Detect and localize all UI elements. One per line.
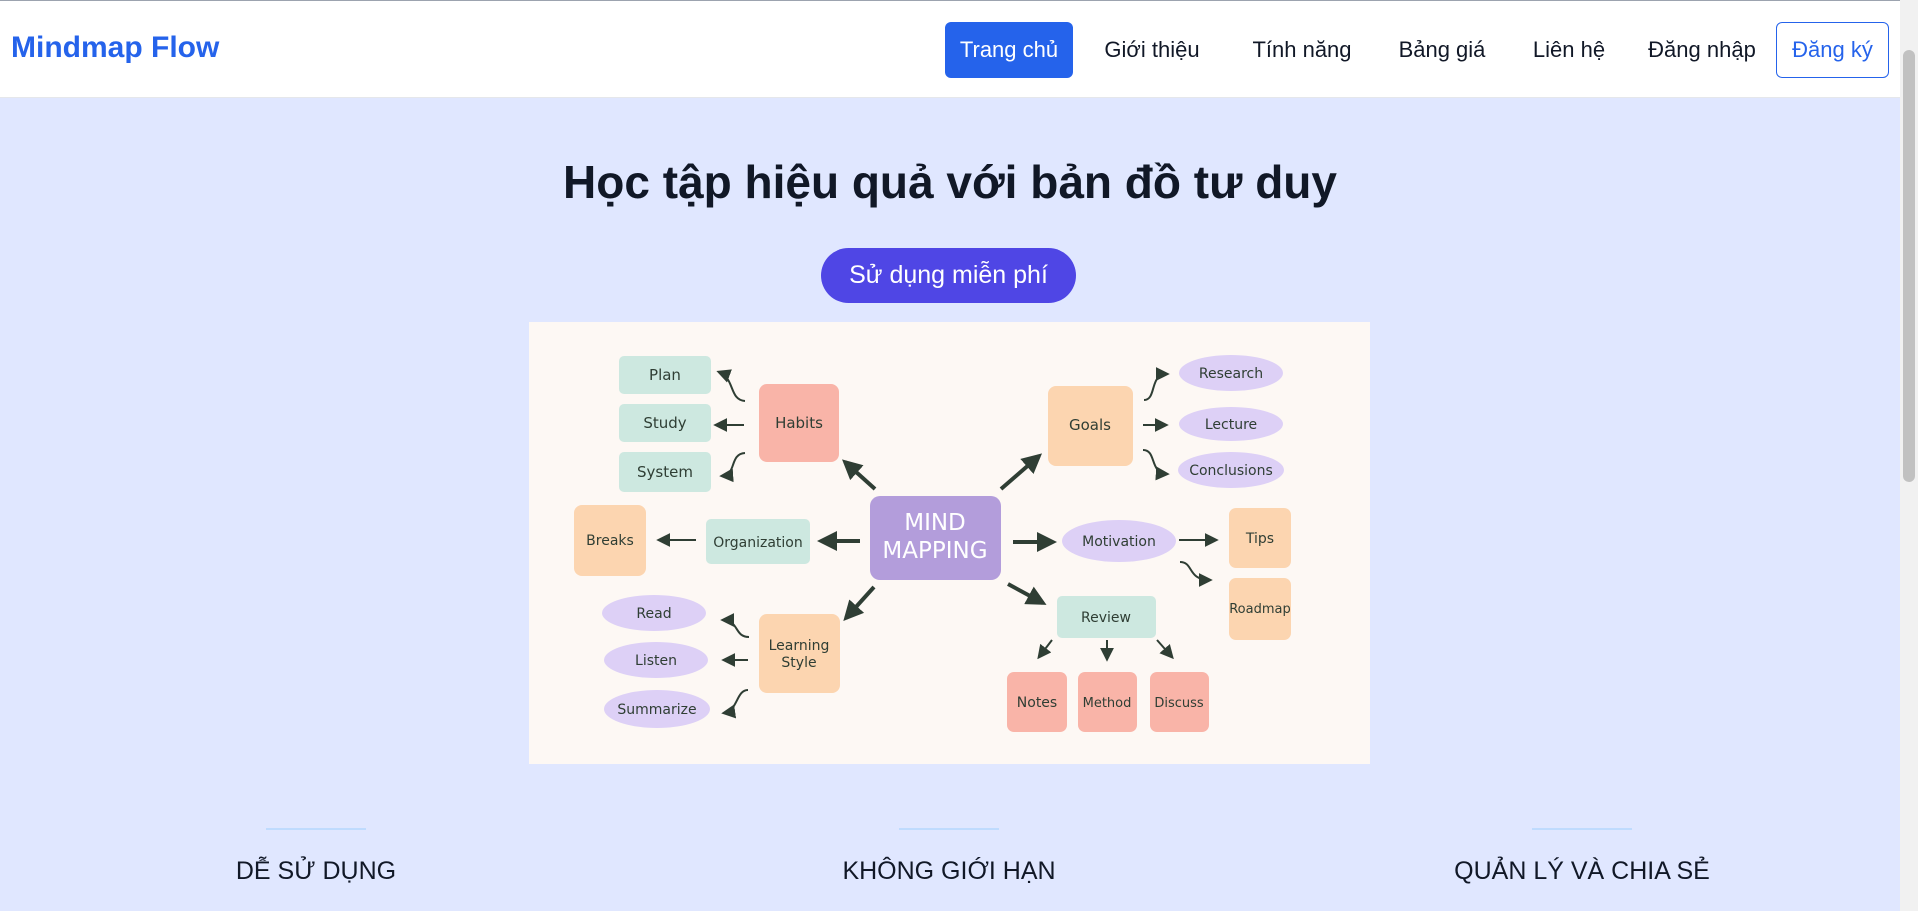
node-plan: Plan	[649, 366, 681, 384]
node-tips: Tips	[1245, 531, 1274, 547]
nav-contact[interactable]: Liên hệ	[1522, 22, 1616, 78]
free-use-button[interactable]: Sử dụng miễn phí	[821, 248, 1076, 303]
vertical-scrollbar[interactable]	[1900, 0, 1918, 911]
nav-login[interactable]: Đăng nhập	[1637, 22, 1767, 78]
feature-divider	[899, 828, 999, 830]
mindmap-illustration: MIND MAPPING Habits Plan Study System Go…	[529, 322, 1370, 764]
center-node-line1: MIND	[904, 510, 966, 536]
node-learning-style-line2: Style	[781, 655, 816, 671]
feature-manage-share: QUẢN LÝ VÀ CHIA SẺ	[1382, 828, 1782, 886]
node-roadmap: Roadmap	[1229, 602, 1291, 617]
node-breaks: Breaks	[586, 533, 634, 549]
node-system: System	[637, 463, 693, 481]
center-node-line2: MAPPING	[882, 538, 987, 564]
feature-divider	[1532, 828, 1632, 830]
brand-logo[interactable]: Mindmap Flow	[11, 31, 219, 65]
node-research: Research	[1199, 366, 1263, 382]
feature-label: KHÔNG GIỚI HẠN	[842, 857, 1056, 885]
node-habits: Habits	[775, 414, 823, 432]
node-notes: Notes	[1017, 695, 1057, 711]
feature-divider	[266, 828, 366, 830]
nav-features[interactable]: Tính năng	[1243, 22, 1361, 78]
nav-pricing[interactable]: Bảng giá	[1386, 22, 1498, 78]
feature-easy: DỄ SỬ DỤNG	[116, 828, 516, 886]
top-navbar: Mindmap Flow Trang chủ Giới thiệu Tính n…	[0, 1, 1900, 98]
node-lecture: Lecture	[1205, 417, 1257, 433]
feature-unlimited: KHÔNG GIỚI HẠN	[749, 828, 1149, 886]
node-motivation: Motivation	[1082, 534, 1156, 550]
feature-label: DỄ SỬ DỤNG	[235, 857, 397, 885]
node-organization: Organization	[713, 535, 803, 551]
node-summarize: Summarize	[617, 702, 696, 718]
node-review: Review	[1081, 610, 1131, 626]
node-study: Study	[643, 414, 686, 432]
feature-label: QUẢN LÝ VÀ CHIA SẺ	[1454, 857, 1710, 885]
node-read: Read	[636, 606, 671, 622]
node-goals: Goals	[1069, 416, 1111, 434]
node-learning-style-line1: Learning	[769, 638, 830, 654]
scrollbar-thumb[interactable]	[1903, 50, 1915, 482]
hero-title: Học tập hiệu quả với bản đồ tư duy	[563, 156, 1337, 208]
nav-register-button[interactable]: Đăng ký	[1776, 22, 1889, 78]
node-conclusions: Conclusions	[1189, 463, 1273, 479]
node-listen: Listen	[635, 653, 677, 669]
nav-about[interactable]: Giới thiệu	[1097, 22, 1207, 78]
nav-home[interactable]: Trang chủ	[945, 22, 1073, 78]
node-method: Method	[1083, 696, 1132, 711]
node-discuss: Discuss	[1154, 696, 1204, 711]
